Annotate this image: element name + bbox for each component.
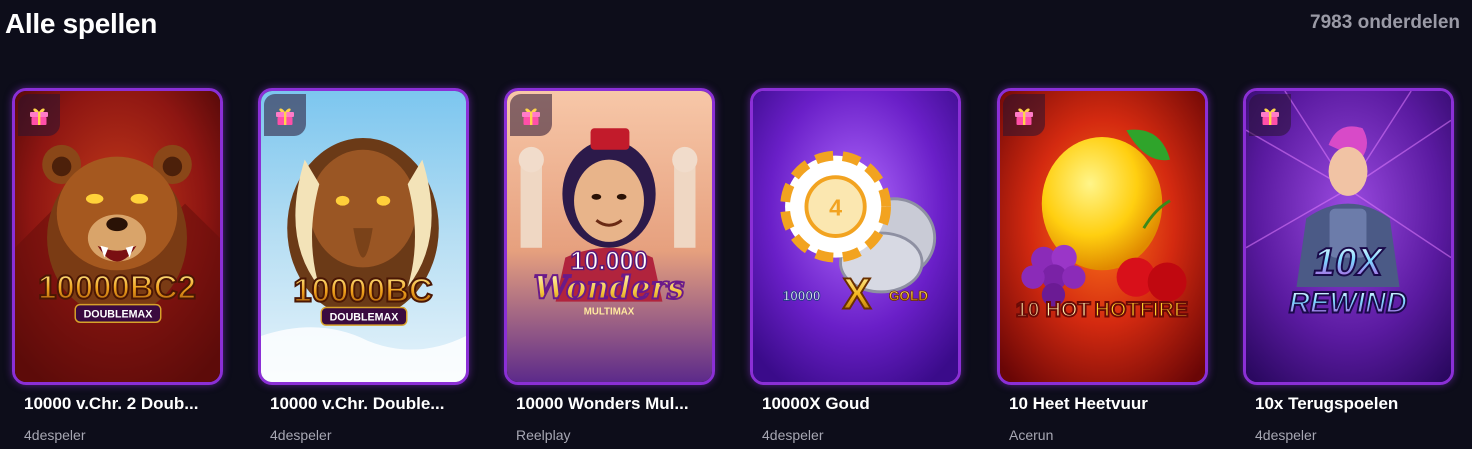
gift-icon [276,108,294,125]
art-title: 10000BC [293,273,433,310]
gift-badge [1003,94,1045,136]
art-subtitle: MULTIMAX [584,306,635,317]
svg-text:4: 4 [829,194,842,220]
game-card[interactable]: 4 10000 X GOLD 10000X Goud 4despeler [750,88,961,449]
gift-icon [522,108,540,125]
game-card[interactable]: 10 HOT HOTFIRE 10 Heet Heetvuur Acerun [997,88,1208,449]
game-provider: 4despeler [24,427,86,443]
section-header: Alle spellen 7983 onderdelen [5,8,1460,42]
game-provider: Reelplay [516,427,571,443]
game-thumbnail[interactable]: 10000BC2 DOUBLEMAX [12,88,223,385]
game-card[interactable]: 10.000 Wonders MULTIMAX 10000 Wonders Mu… [504,88,715,449]
art-title: 10000 [783,289,821,304]
game-provider: 4despeler [270,427,332,443]
art-title-2: Wonders [533,271,684,307]
gift-icon [30,108,48,125]
game-thumbnail[interactable]: 10 HOT HOTFIRE [997,88,1208,385]
gift-badge [510,94,552,136]
page-title: Alle spellen [5,8,158,39]
game-name[interactable]: 10000 Wonders Mul... [516,394,689,414]
gift-badge [18,94,60,136]
game-card[interactable]: 10000BC DOUBLEMAX 10000 v.Chr. Double...… [258,88,469,449]
game-name[interactable]: 10 Heet Heetvuur [1009,394,1148,414]
game-thumbnail[interactable]: 10000BC DOUBLEMAX [258,88,469,385]
art-title: 10 HOT HOTFIRE [1016,297,1188,321]
game-name[interactable]: 10000 v.Chr. 2 Doub... [24,394,198,414]
game-name[interactable]: 10x Terugspoelen [1255,394,1398,414]
art-title-2: X [843,270,872,318]
game-provider: 4despeler [1255,427,1317,443]
game-provider: 4despeler [762,427,824,443]
art-subtitle: REWIND [1289,287,1407,319]
items-count: 7983 onderdelen [1310,12,1460,33]
game-thumbnail[interactable]: 10X REWIND [1243,88,1454,385]
art-subtitle: GOLD [889,289,928,304]
game-grid: 10000BC2 DOUBLEMAX 10000 v.Chr. 2 Doub..… [12,88,1456,449]
game-thumbnail[interactable]: 10.000 Wonders MULTIMAX [504,88,715,385]
art-title: 10000BC2 [38,270,196,307]
game-card[interactable]: 10X REWIND 10x Terugspoelen 4despeler [1243,88,1454,449]
game-name[interactable]: 10000X Goud [762,394,870,414]
gift-badge [264,94,306,136]
gift-badge [1249,94,1291,136]
game-card[interactable]: 10000BC2 DOUBLEMAX 10000 v.Chr. 2 Doub..… [12,88,223,449]
art-title: 10X [1313,241,1384,284]
art-subtitle: DOUBLEMAX [84,308,154,320]
art-subtitle: DOUBLEMAX [330,311,400,323]
game-provider: Acerun [1009,427,1054,443]
game-thumbnail[interactable]: 4 10000 X GOLD [750,88,961,385]
game-name[interactable]: 10000 v.Chr. Double... [270,394,444,414]
game-art: 4 10000 X GOLD [753,91,958,382]
gift-icon [1261,108,1279,125]
gift-icon [1015,108,1033,125]
